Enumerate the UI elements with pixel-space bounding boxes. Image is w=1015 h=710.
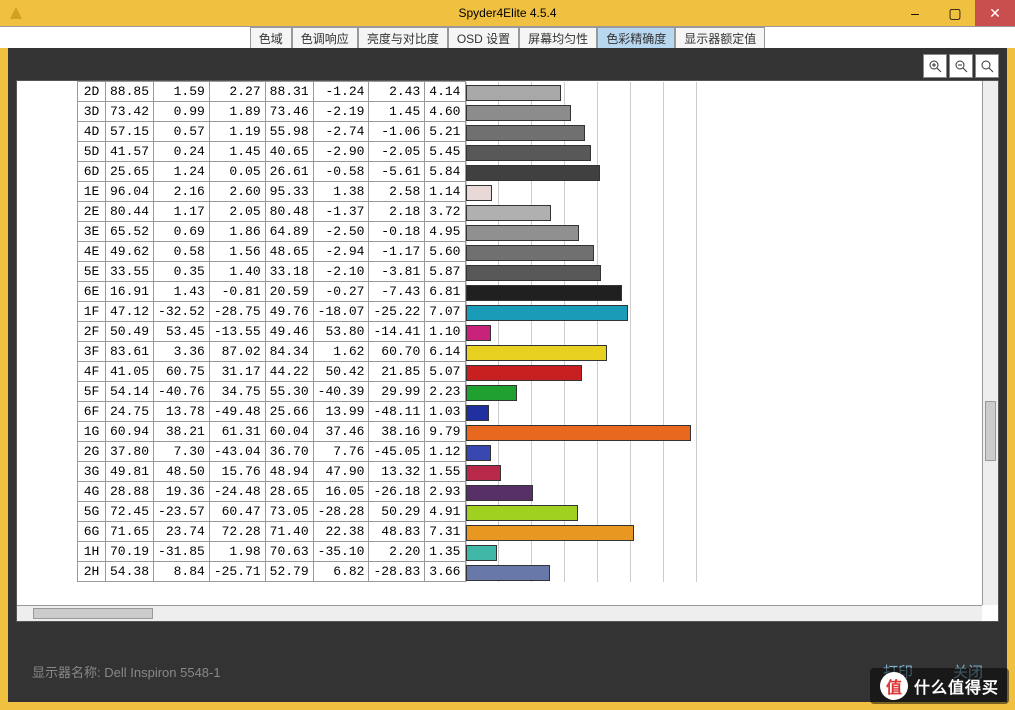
zoom-out-button[interactable]: [949, 54, 973, 78]
table-row: 1G60.9438.2161.3160.0437.4638.169.79: [78, 422, 766, 442]
value-bar: [466, 285, 623, 301]
value-bar: [466, 425, 691, 441]
tab-显示器额定值[interactable]: 显示器额定值: [675, 27, 765, 48]
value-bar: [466, 205, 552, 221]
table-row: 2F50.4953.45-13.5549.4653.80-14.411.10: [78, 322, 766, 342]
table-row: 3D73.420.991.8973.46-2.191.454.60: [78, 102, 766, 122]
tab-色调响应[interactable]: 色调响应: [292, 27, 358, 48]
zoom-reset-icon: [980, 59, 994, 73]
zoom-reset-button[interactable]: [975, 54, 999, 78]
monitor-label: 显示器名称:: [32, 665, 101, 680]
table-row: 2G37.807.30-43.0436.707.76-45.051.12: [78, 442, 766, 462]
main-frame: 2D88.851.592.2788.31-1.242.434.143D73.42…: [8, 48, 1007, 702]
data-table: 2D88.851.592.2788.31-1.242.434.143D73.42…: [77, 81, 766, 582]
table-row: 4D57.150.571.1955.98-2.74-1.065.21: [78, 122, 766, 142]
minimize-button[interactable]: –: [895, 0, 935, 26]
maximize-button[interactable]: ▢: [935, 0, 975, 26]
view-toolbar: [923, 54, 999, 78]
value-bar: [466, 145, 591, 161]
value-bar: [466, 185, 492, 201]
table-row: 3G49.8148.5015.7648.9447.9013.321.55: [78, 462, 766, 482]
tab-亮度与对比度[interactable]: 亮度与对比度: [358, 27, 448, 48]
table-row: 3E65.520.691.8664.89-2.50-0.184.95: [78, 222, 766, 242]
table-row: 5E33.550.351.4033.18-2.10-3.815.87: [78, 262, 766, 282]
table-row: 4E49.620.581.5648.65-2.94-1.175.60: [78, 242, 766, 262]
close-button[interactable]: ✕: [975, 0, 1015, 26]
tab-色域[interactable]: 色域: [250, 27, 292, 48]
value-bar: [466, 105, 572, 121]
table-row: 4G28.8819.36-24.4828.6516.05-26.182.93: [78, 482, 766, 502]
value-bar: [466, 525, 634, 541]
window-title: Spyder4Elite 4.5.4: [458, 6, 556, 20]
table-row: 2H54.388.84-25.7152.796.82-28.833.66: [78, 562, 766, 582]
value-bar: [466, 245, 595, 261]
value-bar: [466, 325, 491, 341]
value-bar: [466, 165, 600, 181]
table-row: 4F41.0560.7531.1744.2250.4221.855.07: [78, 362, 766, 382]
table-row: 1E96.042.162.6095.331.382.581.14: [78, 182, 766, 202]
table-row: 6F24.7513.78-49.4825.6613.99-48.111.03: [78, 402, 766, 422]
monitor-name: Dell Inspiron 5548-1: [104, 665, 220, 680]
tab-OSD 设置[interactable]: OSD 设置: [448, 27, 519, 48]
zoom-out-icon: [954, 59, 968, 73]
footer: 显示器名称: Dell Inspiron 5548-1 打印 关闭: [32, 661, 983, 682]
table-row: 6G71.6523.7472.2871.4022.3848.837.31: [78, 522, 766, 542]
table-row: 5D41.570.241.4540.65-2.90-2.055.45: [78, 142, 766, 162]
value-bar: [466, 465, 502, 481]
watermark-badge: 值: [880, 672, 908, 700]
value-bar: [466, 445, 492, 461]
value-bar: [466, 345, 607, 361]
watermark: 值 什么值得买: [870, 668, 1009, 704]
table-row: 5G72.45-23.5760.4773.05-28.2850.294.91: [78, 502, 766, 522]
app-icon: [8, 5, 24, 21]
tabs-bar: 色域色调响应亮度与对比度OSD 设置屏幕均匀性色彩精确度显示器额定值: [0, 26, 1015, 48]
zoom-in-icon: [928, 59, 942, 73]
zoom-in-button[interactable]: [923, 54, 947, 78]
value-bar: [466, 85, 561, 101]
value-bar: [466, 305, 629, 321]
table-row: 3F83.613.3687.0284.341.6260.706.14: [78, 342, 766, 362]
value-bar: [466, 485, 533, 501]
value-bar: [466, 505, 579, 521]
table-row: 2D88.851.592.2788.31-1.242.434.14: [78, 82, 766, 102]
value-bar: [466, 365, 583, 381]
value-bar: [466, 385, 517, 401]
value-bar: [466, 125, 586, 141]
vertical-scrollbar[interactable]: [982, 81, 998, 605]
value-bar: [466, 545, 497, 561]
tab-屏幕均匀性[interactable]: 屏幕均匀性: [519, 27, 597, 48]
table-row: 1H70.19-31.851.9870.63-35.102.201.35: [78, 542, 766, 562]
horizontal-scrollbar[interactable]: [17, 605, 982, 621]
titlebar: Spyder4Elite 4.5.4 – ▢ ✕: [0, 0, 1015, 26]
value-bar: [466, 265, 601, 281]
value-bar: [466, 405, 490, 421]
value-bar: [466, 225, 580, 241]
table-row: 2E80.441.172.0580.48-1.372.183.72: [78, 202, 766, 222]
table-row: 1F47.12-32.52-28.7549.76-18.07-25.227.07: [78, 302, 766, 322]
table-row: 5F54.14-40.7634.7555.30-40.3929.992.23: [78, 382, 766, 402]
watermark-text: 什么值得买: [914, 674, 999, 698]
table-row: 6D25.651.240.0526.61-0.58-5.615.84: [78, 162, 766, 182]
table-row: 6E16.911.43-0.8120.59-0.27-7.436.81: [78, 282, 766, 302]
tab-色彩精确度[interactable]: 色彩精确度: [597, 27, 675, 48]
value-bar: [466, 565, 550, 581]
content-area: 2D88.851.592.2788.31-1.242.434.143D73.42…: [16, 80, 999, 622]
